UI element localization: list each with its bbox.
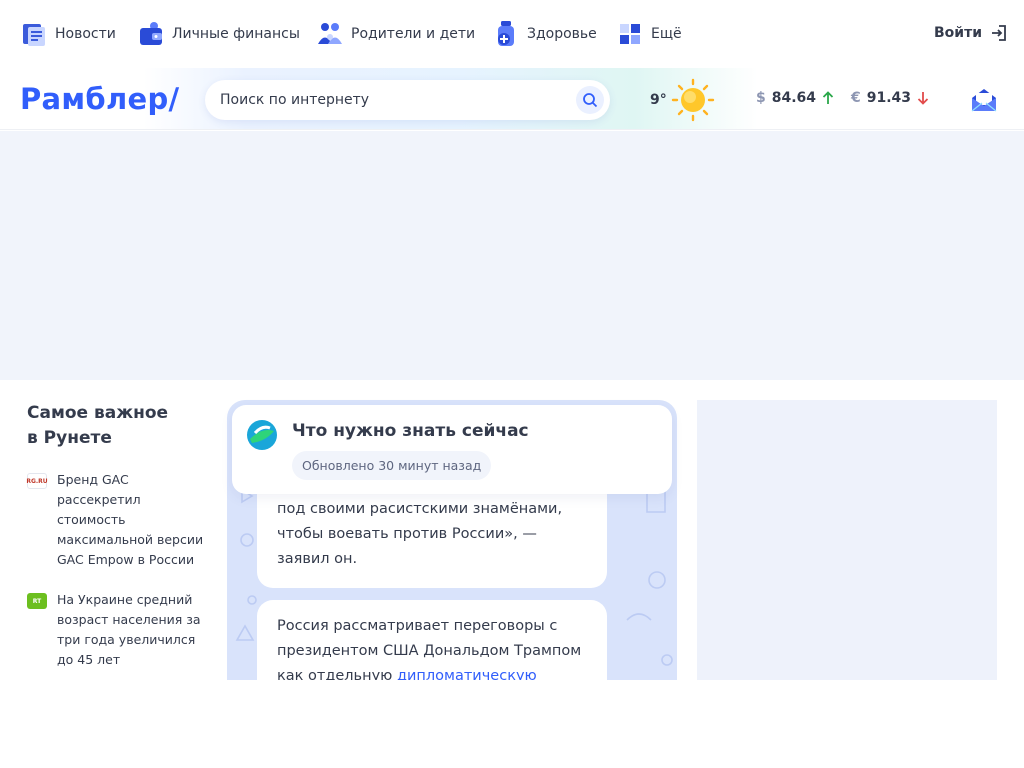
eur-symbol: € bbox=[851, 90, 861, 106]
search-input[interactable] bbox=[220, 92, 560, 108]
news-headline: На Украине средний возраст населения за … bbox=[57, 592, 201, 667]
login-button[interactable]: Войти bbox=[934, 24, 1008, 42]
nav-item-more[interactable]: Ещё bbox=[616, 20, 682, 48]
arrow-down-icon bbox=[917, 92, 929, 105]
nav-item-label: Новости bbox=[55, 26, 116, 42]
feed-card[interactable]: Россия рассматривает переговоры с презид… bbox=[257, 600, 607, 680]
search-button[interactable] bbox=[576, 86, 604, 114]
eur-value: 91.43 bbox=[866, 90, 912, 106]
usd-value: 84.64 bbox=[771, 90, 817, 106]
medicine-icon bbox=[498, 21, 514, 46]
usd-symbol: $ bbox=[756, 90, 766, 106]
weather-widget[interactable]: 9° bbox=[650, 78, 715, 122]
news-item[interactable]: RG.RU Бренд GAC рассекретил стоимость ма… bbox=[26, 470, 207, 570]
feed-header: Что нужно знать сейчас Обновлено 30 мину… bbox=[232, 405, 672, 494]
heading-line: Самое важное bbox=[27, 403, 169, 423]
heading-line: в Рунете bbox=[27, 428, 112, 448]
news-headline: Бренд GAC рассекретил стоимость максимал… bbox=[57, 472, 204, 567]
rambler-feed-logo-icon bbox=[247, 420, 277, 450]
advertisement-banner[interactable] bbox=[0, 131, 1024, 380]
nav-item-finance[interactable]: Личные финансы bbox=[137, 20, 300, 48]
news-item[interactable]: RT На Украине средний возраст населения … bbox=[27, 590, 207, 670]
nav-item-label: Личные финансы bbox=[172, 26, 300, 42]
eur-rate[interactable]: € 91.43 bbox=[851, 90, 929, 106]
source-logo-rt: RT bbox=[27, 593, 47, 609]
login-label: Войти bbox=[934, 25, 983, 41]
nav-item-news[interactable]: Новости bbox=[20, 20, 116, 48]
nav-item-health[interactable]: Здоровье bbox=[492, 20, 597, 48]
family-icon bbox=[318, 23, 342, 44]
nav-item-label: Родители и дети bbox=[351, 26, 476, 42]
weather-temperature: 9° bbox=[650, 92, 667, 108]
usd-rate[interactable]: $ 84.64 bbox=[756, 90, 834, 106]
top-news-heading: Самое важное в Рунете bbox=[27, 401, 187, 451]
mail-icon[interactable] bbox=[970, 86, 998, 114]
grid-icon bbox=[620, 24, 640, 44]
nav-item-label: Здоровье bbox=[527, 26, 597, 42]
login-icon bbox=[992, 25, 1006, 41]
sidebar-advertisement[interactable] bbox=[697, 400, 997, 680]
arrow-up-icon bbox=[822, 91, 834, 104]
sun-icon bbox=[671, 78, 714, 122]
feed-title: Что нужно знать сейчас bbox=[292, 421, 529, 441]
source-logo-rg: RG.RU bbox=[26, 473, 48, 489]
wallet-icon bbox=[140, 22, 162, 45]
feed-card-text: под своими расистскими знамёнами, чтобы … bbox=[277, 501, 563, 567]
search-icon bbox=[583, 93, 598, 108]
feed-updated-badge: Обновлено 30 минут назад bbox=[292, 451, 492, 480]
news-icon bbox=[23, 24, 45, 46]
rambler-logo[interactable]: Рамблер/ bbox=[20, 82, 179, 116]
search-box bbox=[205, 80, 610, 120]
nav-item-parents[interactable]: Родители и дети bbox=[316, 20, 475, 48]
nav-item-label: Ещё bbox=[651, 26, 682, 42]
top-navigation: Новости Личные финансы Родители и дети З… bbox=[0, 0, 1024, 68]
